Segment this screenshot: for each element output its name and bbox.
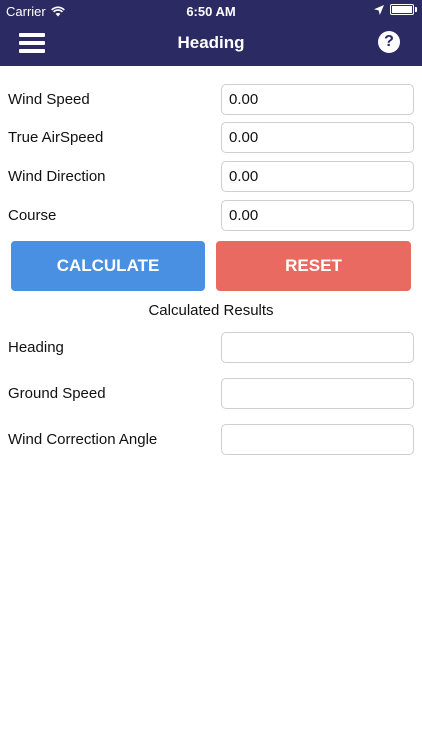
ground-speed-field[interactable] [221, 378, 414, 409]
page-title: Heading [177, 33, 245, 52]
location-arrow-icon [374, 4, 384, 15]
ground-speed-row: Ground Speed [0, 378, 422, 410]
true-airspeed-row: True AirSpeed [0, 122, 422, 154]
status-bar: Carrier 6:50 AM [0, 0, 422, 22]
wind-correction-angle-row: Wind Correction Angle [0, 424, 422, 456]
course-row: Course [0, 200, 422, 232]
true-airspeed-input[interactable] [221, 122, 414, 153]
wind-correction-angle-field[interactable] [221, 424, 414, 455]
wind-speed-label: Wind Speed [8, 91, 90, 108]
true-airspeed-label: True AirSpeed [8, 129, 104, 146]
nav-bar: Heading ? [0, 22, 422, 66]
question-mark-icon: ? [384, 33, 394, 50]
wind-speed-row: Wind Speed [0, 84, 422, 116]
course-label: Course [8, 207, 57, 224]
wind-direction-input[interactable] [221, 161, 414, 192]
results-title: Calculated Results [148, 302, 274, 319]
wind-speed-input[interactable] [221, 84, 414, 115]
battery-icon [390, 4, 417, 15]
reset-button[interactable]: RESET [216, 241, 411, 291]
calculate-button[interactable]: CALCULATE [11, 241, 205, 291]
wind-direction-label: Wind Direction [8, 168, 106, 185]
status-right [374, 4, 417, 15]
heading-result-row: Heading [0, 332, 422, 364]
status-time: 6:50 AM [186, 4, 236, 19]
heading-result-label: Heading [8, 339, 64, 356]
wind-direction-row: Wind Direction [0, 161, 422, 193]
course-input[interactable] [221, 200, 414, 231]
heading-result-field[interactable] [221, 332, 414, 363]
help-button[interactable]: ? [378, 31, 400, 53]
ground-speed-label: Ground Speed [8, 385, 106, 402]
wind-correction-angle-label: Wind Correction Angle [8, 431, 158, 448]
top-bar: Carrier 6:50 AM Heading ? [0, 0, 422, 66]
